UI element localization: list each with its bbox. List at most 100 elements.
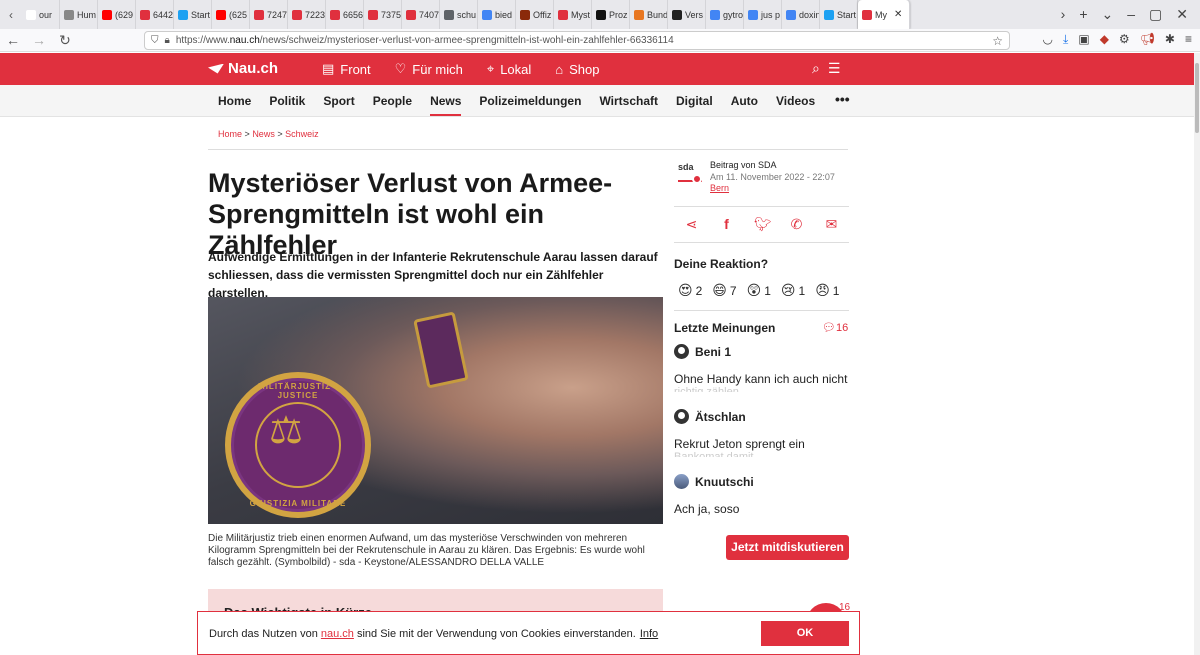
nav-fuer-mich[interactable]: ♡ Für mich — [395, 61, 463, 77]
scrollbar-thumb[interactable] — [1195, 63, 1199, 133]
close-tab-icon[interactable]: ✕ — [894, 9, 902, 20]
cookie-info-link[interactable]: Info — [640, 628, 658, 640]
facebook-icon[interactable]: f — [719, 216, 734, 233]
browser-tab[interactable]: our — [22, 0, 60, 29]
comment-item[interactable]: Knuutschi Ach ja, soso — [674, 474, 849, 516]
tab-scroll-left-icon[interactable]: ‹ — [0, 8, 22, 22]
tab-scroll-right-icon[interactable]: › — [1061, 6, 1066, 23]
downloads-icon[interactable]: ⤓ — [1063, 32, 1068, 47]
bookmark-star-icon[interactable]: ☆ — [992, 34, 1009, 48]
breadcrumb-news[interactable]: News — [252, 129, 275, 139]
join-discussion-button[interactable]: Jetzt mitdiskutieren — [726, 535, 849, 560]
tab-active[interactable]: My ✕ — [858, 0, 910, 29]
extensions-icon[interactable]: ▣ — [1078, 32, 1089, 47]
reaction-button[interactable]: 😲 1 — [747, 282, 771, 299]
section-nav-item[interactable]: Politik — [269, 94, 305, 116]
comment-item[interactable]: Ätschlan Rekrut Jeton sprengt ein Bankom… — [674, 409, 849, 457]
tab-list-icon[interactable]: ⌄ — [1102, 6, 1114, 23]
browser-tab[interactable]: (625 — [212, 0, 250, 29]
breadcrumb-home[interactable]: Home — [218, 129, 242, 139]
nav-shop[interactable]: ⌂ Shop — [555, 61, 599, 77]
cookie-ok-button[interactable]: OK — [761, 621, 849, 646]
section-nav-item[interactable]: Digital — [676, 94, 713, 116]
browser-tab[interactable]: 6656 — [326, 0, 364, 29]
maximize-icon[interactable]: ▢ — [1149, 6, 1162, 23]
nav-front[interactable]: ▤ Front — [322, 61, 371, 77]
puzzle-icon[interactable]: ✱ — [1165, 32, 1175, 47]
browser-tab[interactable]: Start — [820, 0, 858, 29]
page-scrollbar[interactable] — [1194, 53, 1200, 655]
url-text: https://www.nau.ch/news/schweiz/mysterio… — [175, 35, 674, 46]
browser-tab[interactable]: Offiz — [516, 0, 554, 29]
tab-label: Start — [837, 9, 857, 20]
browser-tab[interactable]: 7223 — [288, 0, 326, 29]
browser-tab[interactable]: gytro — [706, 0, 744, 29]
article-image[interactable]: MILITÄRJUSTIZ · JUSTICE ⚖ GIUSTIZIA MILI… — [208, 297, 663, 524]
menu-icon[interactable]: ≡ — [1185, 32, 1192, 47]
window-close-icon[interactable]: ✕ — [1176, 6, 1188, 23]
breadcrumb-schweiz[interactable]: Schweiz — [285, 129, 319, 139]
forward-icon[interactable]: → — [26, 32, 52, 48]
section-nav-item[interactable]: Videos — [776, 94, 815, 116]
reaction-button[interactable]: 😢 1 — [781, 282, 805, 299]
search-icon[interactable]: ⌕ — [812, 60, 820, 77]
tab-label: Bund — [647, 9, 668, 20]
section-nav-item[interactable]: Sport — [323, 94, 354, 116]
whatsapp-icon[interactable]: ✆ — [789, 216, 804, 233]
reaction-button[interactable]: 😍 2 — [678, 282, 702, 299]
browser-tab[interactable]: 7407 — [402, 0, 440, 29]
megaphone-icon[interactable]: 📢︎ — [1140, 32, 1155, 47]
section-nav-item[interactable]: News — [430, 94, 462, 116]
browser-tab[interactable]: jus p — [744, 0, 782, 29]
browser-tab[interactable]: Myst — [554, 0, 592, 29]
minimize-icon[interactable]: – — [1127, 6, 1135, 23]
section-nav-item[interactable]: Home — [218, 94, 251, 116]
comment-bubble-icon: 💬︎ — [822, 322, 836, 334]
browser-tab[interactable]: Vers — [668, 0, 706, 29]
new-tab-icon[interactable]: + — [1079, 6, 1087, 23]
comment-user: Knuutschi — [695, 474, 754, 489]
browser-tab[interactable]: (629 — [98, 0, 136, 29]
address-bar[interactable]: ⛉ 🔒︎ https://www.nau.ch/news/schweiz/mys… — [144, 31, 1010, 50]
back-icon[interactable]: ← — [0, 32, 26, 48]
share-icon[interactable]: ⋖ — [684, 216, 699, 233]
lock-icon[interactable]: 🔒︎ — [165, 35, 170, 46]
gear-extension-icon[interactable]: ⚙ — [1119, 32, 1130, 47]
logo-text: Nau.ch — [228, 60, 279, 77]
cookie-site-link[interactable]: nau.ch — [321, 628, 354, 640]
browser-tab[interactable]: bied — [478, 0, 516, 29]
reaction-button[interactable]: 😄 7 — [712, 282, 736, 299]
reaction-button[interactable]: 😠 1 — [815, 282, 839, 299]
reload-icon[interactable]: ↻ — [52, 32, 78, 49]
site-logo[interactable]: Nau.ch — [208, 60, 278, 77]
opinions-count[interactable]: 💬︎16 — [822, 321, 848, 334]
browser-tab[interactable]: Start — [174, 0, 212, 29]
browser-tab[interactable]: Hum — [60, 0, 98, 29]
section-nav-item[interactable]: Wirtschaft — [599, 94, 658, 116]
location-link[interactable]: Bern — [710, 183, 729, 193]
section-nav-item[interactable]: Auto — [731, 94, 758, 116]
nav-lokal[interactable]: ⌖ Lokal — [487, 61, 531, 77]
browser-tab[interactable]: 6442 — [136, 0, 174, 29]
browser-tab[interactable]: Proz — [592, 0, 630, 29]
tab-active-label: My — [875, 9, 887, 20]
comment-item[interactable]: Beni 1 Ohne Handy kann ich auch nicht ri… — [674, 344, 849, 392]
more-icon[interactable]: ••• — [835, 91, 850, 107]
shield-extension-icon[interactable]: ◆ — [1100, 32, 1109, 47]
comment-text-more: Bankomat damit — [674, 451, 754, 457]
browser-tab[interactable]: schu — [440, 0, 478, 29]
email-icon[interactable]: ✉ — [824, 216, 839, 233]
browser-tab[interactable]: 7247 — [250, 0, 288, 29]
shield-icon[interactable]: ⛉ — [151, 35, 159, 46]
section-nav-item[interactable]: Polizeimeldungen — [479, 94, 581, 116]
browser-tab[interactable]: Bund — [630, 0, 668, 29]
browser-tab[interactable]: doxin — [782, 0, 820, 29]
browser-tab[interactable]: 7375 — [364, 0, 402, 29]
user-menu-icon[interactable]: ☰ — [828, 60, 841, 77]
section-nav: Home Politik Sport People News Polizeimeldung… — [0, 85, 1200, 117]
pocket-icon[interactable]: ◡ — [1043, 32, 1053, 47]
section-nav-item[interactable]: People — [373, 94, 412, 116]
twitter-icon[interactable]: 🐦︎ — [754, 216, 772, 233]
tab-favicon-icon — [254, 9, 264, 20]
tab-label: 7223 — [305, 9, 326, 20]
